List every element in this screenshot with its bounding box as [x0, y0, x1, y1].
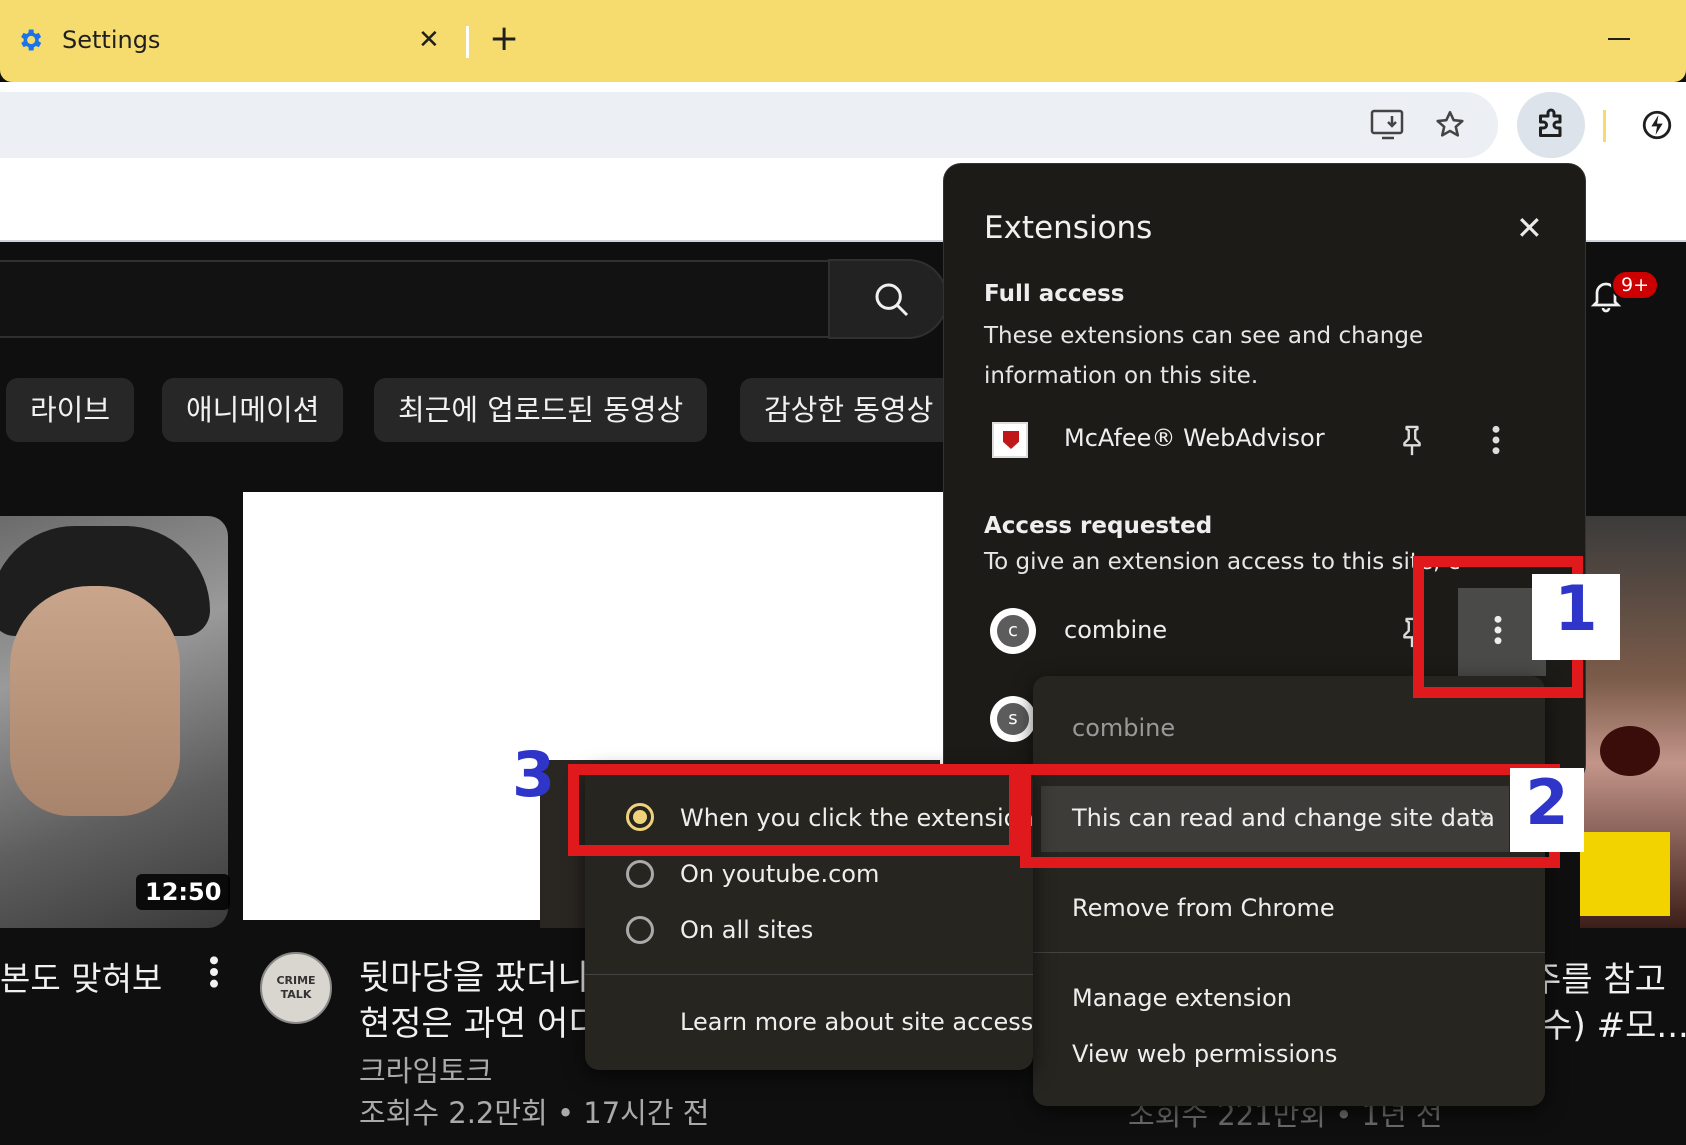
video-title-line1[interactable]: 주를 참고 — [1530, 952, 1666, 1001]
radio-on-all-sites[interactable] — [626, 916, 654, 944]
video-meta: 조회수 2.2만회 • 17시간 전 — [359, 1096, 710, 1130]
tab-strip — [0, 0, 1686, 82]
option-on-youtube-label[interactable]: On youtube.com — [680, 860, 879, 888]
avatar-letter: s — [997, 703, 1029, 735]
context-menu-header: combine — [1072, 714, 1176, 742]
extension-name[interactable]: combine — [1064, 616, 1167, 644]
puzzle-piece-icon — [1533, 107, 1569, 143]
mcafee-logo-icon — [992, 422, 1028, 458]
avatar-letter: c — [997, 615, 1029, 647]
annotation-step-1: 1 — [1532, 574, 1620, 660]
bookmark-star-icon[interactable] — [1433, 108, 1467, 142]
video-title-line2[interactable]: 현정은 과연 어디 — [359, 996, 600, 1045]
annotation-step-3: 3 — [512, 738, 556, 811]
full-access-heading: Full access — [984, 281, 1125, 307]
option-all-sites-label[interactable]: On all sites — [680, 916, 813, 944]
video-title[interactable]: 본도 맞혀보 — [0, 952, 162, 1000]
more-options-icon[interactable] — [1490, 424, 1502, 456]
search-icon — [872, 280, 912, 320]
chip-watched[interactable]: 감상한 동영상 — [740, 378, 958, 442]
video-thumbnail[interactable] — [0, 516, 228, 928]
chip-live[interactable]: 라이브 — [6, 378, 135, 442]
channel-name[interactable]: 크라임토크 — [359, 1048, 492, 1090]
chip-animation[interactable]: 애니메이션 — [162, 378, 344, 442]
install-app-icon[interactable] — [1370, 108, 1406, 142]
minimize-button[interactable] — [1608, 38, 1630, 40]
pin-icon[interactable] — [1399, 424, 1425, 458]
extension-avatar: s — [990, 696, 1036, 742]
manage-extension-item[interactable]: Manage extension — [1072, 984, 1292, 1012]
notification-count-badge: 9+ — [1611, 270, 1660, 300]
settings-gear-icon — [16, 26, 44, 54]
learn-more-link[interactable]: Learn more about site access — [680, 1008, 1033, 1036]
menu-divider — [1033, 952, 1545, 953]
annotation-highlight-3 — [568, 764, 1020, 856]
view-web-permissions-item[interactable]: View web permissions — [1072, 1040, 1337, 1068]
tab-divider — [466, 26, 469, 58]
address-bar[interactable] — [0, 92, 1498, 158]
annotation-highlight-2 — [1020, 764, 1560, 868]
tab-title[interactable]: Settings — [62, 26, 160, 54]
access-requested-description: To give an extension access to this site… — [984, 549, 1461, 575]
extensions-panel-title: Extensions — [984, 210, 1153, 246]
radio-on-youtube[interactable] — [626, 860, 654, 888]
access-requested-heading: Access requested — [984, 513, 1213, 539]
extension-name[interactable]: McAfee® WebAdvisor — [1064, 424, 1325, 452]
remove-from-chrome-item[interactable]: Remove from Chrome — [1072, 894, 1335, 922]
search-input[interactable] — [0, 260, 828, 338]
video-title-line1[interactable]: 뒷마당을 팠더니 — [359, 950, 589, 999]
annotation-step-2: 2 — [1510, 768, 1584, 852]
full-access-description: These extensions can see and change info… — [984, 323, 1424, 389]
extension-avatar: c — [990, 608, 1036, 654]
channel-avatar[interactable]: CRIME TALK — [260, 952, 332, 1024]
toolbar-separator — [1603, 110, 1606, 142]
new-tab-button[interactable]: + — [489, 20, 519, 58]
menu-divider — [585, 974, 1033, 975]
performance-flash-icon[interactable] — [1640, 108, 1674, 142]
tab-close-icon[interactable]: ✕ — [418, 26, 440, 54]
more-options-icon[interactable] — [200, 952, 228, 992]
close-icon[interactable]: ✕ — [1516, 212, 1543, 244]
video-duration: 12:50 — [136, 874, 231, 910]
chip-recently-uploaded[interactable]: 최근에 업로드된 동영상 — [374, 378, 708, 442]
